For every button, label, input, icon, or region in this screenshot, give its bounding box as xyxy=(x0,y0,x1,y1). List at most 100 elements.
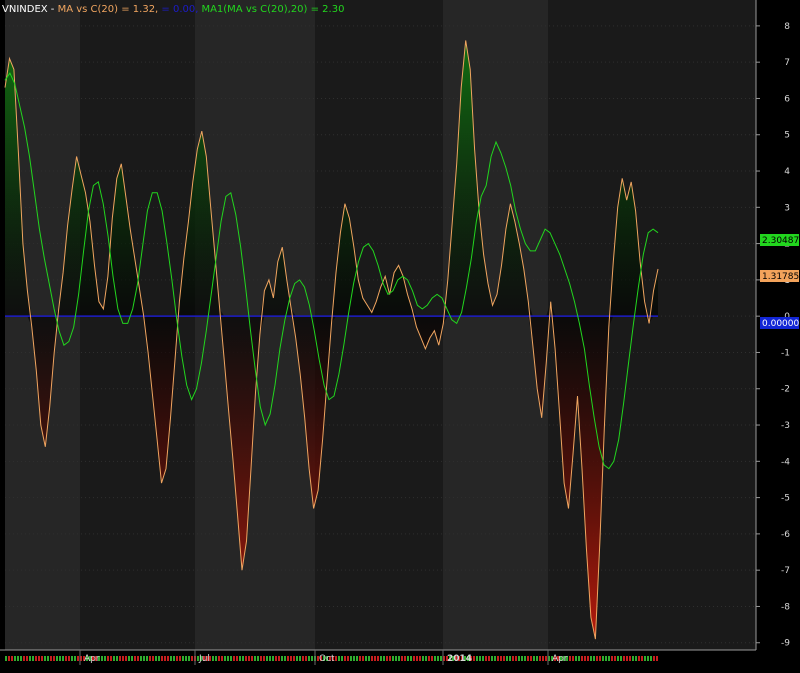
volume-mark xyxy=(185,656,187,661)
y-tick-label: -2 xyxy=(781,385,790,395)
volume-mark xyxy=(38,656,40,661)
volume-mark xyxy=(11,656,13,661)
volume-mark xyxy=(500,656,502,661)
volume-mark xyxy=(8,656,10,661)
volume-mark xyxy=(518,656,520,661)
volume-mark xyxy=(110,656,112,661)
volume-mark xyxy=(104,656,106,661)
volume-mark xyxy=(245,656,247,661)
volume-mark xyxy=(293,656,295,661)
volume-mark xyxy=(650,656,652,661)
volume-mark xyxy=(260,656,262,661)
volume-mark xyxy=(476,656,478,661)
volume-mark xyxy=(608,656,610,661)
volume-mark xyxy=(158,656,160,661)
volume-mark xyxy=(401,656,403,661)
volume-mark xyxy=(116,656,118,661)
volume-mark xyxy=(356,656,358,661)
volume-mark xyxy=(173,656,175,661)
volume-mark xyxy=(77,656,79,661)
volume-mark xyxy=(140,656,142,661)
volume-mark xyxy=(635,656,637,661)
volume-mark xyxy=(56,656,58,661)
volume-mark xyxy=(536,656,538,661)
volume-mark xyxy=(266,656,268,661)
y-tick-label: -3 xyxy=(781,421,790,431)
y-tick-label: -1 xyxy=(781,348,790,358)
volume-mark xyxy=(485,656,487,661)
volume-mark xyxy=(239,656,241,661)
volume-mark xyxy=(215,656,217,661)
volume-mark xyxy=(164,656,166,661)
y-tick-label: 8 xyxy=(784,22,790,32)
volume-mark xyxy=(587,656,589,661)
volume-mark xyxy=(236,656,238,661)
volume-mark xyxy=(296,656,298,661)
volume-mark xyxy=(629,656,631,661)
volume-mark xyxy=(149,656,151,661)
y-tick-label: 6 xyxy=(784,94,790,104)
y-tick-label: -4 xyxy=(781,457,790,467)
volume-mark xyxy=(503,656,505,661)
volume-mark xyxy=(530,656,532,661)
y-tick-label: -5 xyxy=(781,494,790,504)
volume-mark xyxy=(290,656,292,661)
volume-mark xyxy=(170,656,172,661)
volume-mark xyxy=(344,656,346,661)
chart-header: VNINDEX - MA vs C(20) = 1.32, = 0.00, MA1… xyxy=(2,4,344,15)
chart: VNINDEX - MA vs C(20) = 1.32, = 0.00, MA1… xyxy=(0,0,800,673)
value-tag-ma1-text: 2.30487 xyxy=(762,236,799,246)
volume-mark xyxy=(593,656,595,661)
volume-mark xyxy=(638,656,640,661)
volume-mark xyxy=(602,656,604,661)
header-ma-label: MA vs C(20) = 1.32, xyxy=(58,4,159,15)
volume-mark xyxy=(488,656,490,661)
volume-mark xyxy=(371,656,373,661)
volume-mark xyxy=(497,656,499,661)
volume-mark xyxy=(374,656,376,661)
volume-mark xyxy=(128,656,130,661)
volume-mark xyxy=(632,656,634,661)
volume-mark xyxy=(533,656,535,661)
volume-mark xyxy=(614,656,616,661)
volume-mark xyxy=(167,656,169,661)
volume-mark xyxy=(122,656,124,661)
volume-mark xyxy=(509,656,511,661)
volume-mark xyxy=(242,656,244,661)
volume-mark xyxy=(365,656,367,661)
volume-mark xyxy=(527,656,529,661)
volume-mark xyxy=(302,656,304,661)
volume-mark xyxy=(620,656,622,661)
volume-mark xyxy=(224,656,226,661)
volume-mark xyxy=(218,656,220,661)
volume-mark xyxy=(65,656,67,661)
volume-mark xyxy=(176,656,178,661)
volume-mark xyxy=(221,656,223,661)
volume-mark xyxy=(137,656,139,661)
volume-mark xyxy=(407,656,409,661)
volume-mark xyxy=(251,656,253,661)
value-tag-ma1: 2.30487 xyxy=(760,234,799,246)
volume-mark xyxy=(14,656,16,661)
volume-mark xyxy=(17,656,19,661)
volume-mark xyxy=(335,656,337,661)
volume-mark xyxy=(653,656,655,661)
x-axis: Apr Jul Oct 2014 Apr xyxy=(0,649,756,673)
volume-mark xyxy=(338,656,340,661)
header-zero-label: = 0.00, xyxy=(158,4,198,15)
volume-mark xyxy=(479,656,481,661)
volume-mark xyxy=(257,656,259,661)
volume-mark xyxy=(191,656,193,661)
volume-mark xyxy=(188,656,190,661)
volume-mark xyxy=(623,656,625,661)
volume-mark xyxy=(434,656,436,661)
volume-mark xyxy=(572,656,574,661)
header-symbol: VNINDEX xyxy=(2,4,48,15)
volume-mark xyxy=(71,656,73,661)
volume-mark xyxy=(524,656,526,661)
volume-mark xyxy=(389,656,391,661)
volume-mark xyxy=(506,656,508,661)
y-tick-label: 3 xyxy=(784,203,790,213)
volume-mark xyxy=(35,656,37,661)
volume-mark xyxy=(545,656,547,661)
